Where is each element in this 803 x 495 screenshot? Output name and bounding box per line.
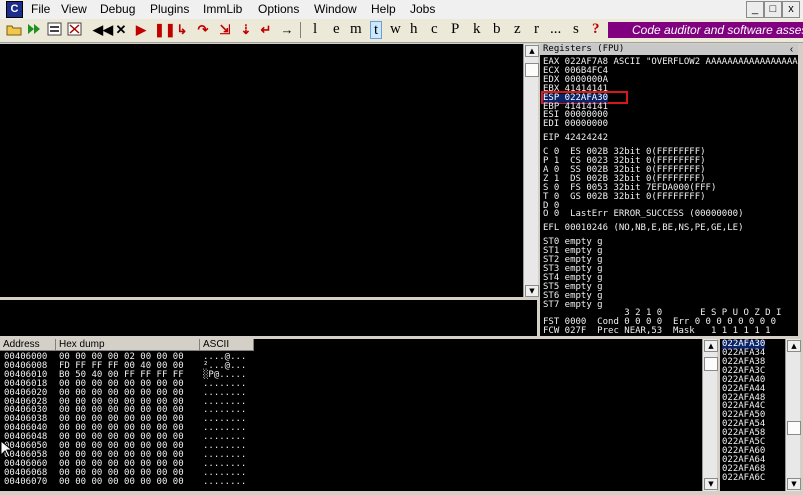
dump-pane[interactable]: Address Hex dump ASCII 00406000 00 00 00 …	[0, 339, 702, 491]
registers-collapse-icon[interactable]: ‹	[785, 44, 798, 55]
stack-scroll-down-icon[interactable]: ▼	[787, 478, 801, 490]
scroll-down-icon[interactable]: ▼	[525, 285, 539, 297]
step-over-icon[interactable]: ↷	[195, 22, 211, 38]
banner: Code auditor and software assessment spe…	[608, 22, 803, 38]
run-icon[interactable]: ▶	[134, 22, 148, 38]
register-line[interactable]: EFL 00010246 (NO,NB,E,BE,NS,PE,GE,LE)	[543, 224, 743, 233]
register-line[interactable]: O 0 LastErr ERROR_SUCCESS (00000000)	[543, 210, 743, 219]
disassembly-pane[interactable]	[0, 44, 523, 297]
dump-scroll-up-icon[interactable]: ▲	[704, 340, 718, 352]
go-to-address-icon[interactable]: →	[279, 22, 295, 38]
stack-address[interactable]: 022AFA6C	[722, 473, 765, 483]
toolbar-executable-modules-button[interactable]: e	[333, 21, 340, 38]
toolbar-windows-button[interactable]: w	[390, 21, 401, 38]
toolbar-call-stack-button[interactable]: k	[473, 21, 481, 38]
restore-button[interactable]: □	[764, 1, 782, 18]
stop-icon[interactable]: ✕	[114, 22, 128, 38]
scroll-thumb[interactable]	[525, 63, 539, 77]
stack-scroll-thumb[interactable]	[787, 421, 801, 435]
toolbar-more-button[interactable]: ...	[550, 21, 561, 38]
minimize-button[interactable]: _	[746, 1, 764, 18]
app-icon[interactable]: C	[6, 1, 23, 18]
toolbar-help-button[interactable]: ?	[592, 21, 600, 38]
trace-over-icon[interactable]: ⇣	[238, 22, 254, 38]
stack-address[interactable]: 022AFA44	[722, 384, 765, 394]
dump-address[interactable]: 00406070	[4, 477, 47, 487]
toolbar-source-button[interactable]: s	[573, 21, 579, 38]
register-line[interactable]: EIP 42424242	[543, 134, 608, 143]
toolbar-run-trace-button[interactable]: r	[534, 21, 539, 38]
toolbar-handles-button[interactable]: h	[410, 21, 418, 38]
dump-address-header[interactable]: Address	[0, 339, 56, 351]
register-line[interactable]: T 0 GS 002B 32bit 0(FFFFFFFF)	[543, 192, 706, 202]
dump-address[interactable]: 00406020	[4, 388, 47, 398]
toolbar-log-button[interactable]: l	[313, 21, 317, 38]
registers-title: Registers (FPU)	[540, 44, 798, 55]
dump-ascii[interactable]: ........	[203, 477, 246, 487]
toolbar-threads-button[interactable]: t	[370, 21, 383, 39]
dump-ascii-header[interactable]: ASCII	[200, 339, 254, 351]
menu-options[interactable]: Options	[258, 2, 299, 16]
toolbar-cpu-button[interactable]: c	[431, 21, 438, 38]
dump-scroll-down-icon[interactable]: ▼	[704, 478, 718, 490]
menu-immlib[interactable]: ImmLib	[203, 2, 242, 16]
disassembly-scrollbar[interactable]: ▲ ▼	[523, 44, 539, 297]
toolbar-references-button[interactable]: z	[514, 21, 521, 38]
mouse-cursor-icon	[0, 439, 14, 458]
stack-pane[interactable]: 022AFA30 022AFA34 022AFA38 022AFA3C 022AFA40…	[720, 339, 785, 491]
dump-ascii[interactable]: ........	[203, 388, 246, 398]
menu-debug[interactable]: Debug	[100, 2, 135, 16]
menu-view[interactable]: View	[61, 2, 87, 16]
open-folder-icon[interactable]	[6, 22, 22, 38]
stack-scroll-up-icon[interactable]: ▲	[787, 340, 801, 352]
dump-hex[interactable]: 00 00 00 00 00 00 00 00	[59, 388, 184, 398]
dump-hex-header[interactable]: Hex dump	[56, 339, 200, 351]
menu-help[interactable]: Help	[371, 2, 396, 16]
close-program-icon[interactable]	[47, 22, 63, 38]
stack-scrollbar[interactable]: ▲ ▼	[785, 339, 801, 491]
toolbar-breakpoints-button[interactable]: b	[493, 21, 501, 38]
registers-pane[interactable]: Registers (FPU) EAX 022AF7A8 ASCII "OVER…	[540, 44, 798, 336]
execute-till-return-icon[interactable]: ↵	[258, 22, 274, 38]
info-pane	[0, 300, 537, 336]
dump-scroll-thumb[interactable]	[704, 357, 718, 371]
menu-bar: C File View Debug Plugins ImmLib Options…	[0, 0, 803, 20]
menu-window[interactable]: Window	[314, 2, 357, 16]
menu-file[interactable]: File	[31, 2, 50, 16]
trace-into-icon[interactable]: ⇲	[217, 22, 233, 38]
pause-icon[interactable]: ❚❚	[154, 22, 176, 38]
menu-jobs[interactable]: Jobs	[410, 2, 435, 16]
rewind-icon[interactable]: ◀◀	[93, 22, 113, 38]
register-line[interactable]: FCW 027F Prec NEAR,53 Mask 1 1 1 1 1 1	[543, 327, 771, 336]
attach-icon[interactable]	[67, 22, 83, 38]
toolbar-divider	[300, 22, 301, 38]
dump-scrollbar[interactable]: ▲ ▼	[702, 339, 718, 491]
restart-icon[interactable]	[26, 22, 42, 38]
menu-plugins[interactable]: Plugins	[150, 2, 189, 16]
toolbar-memory-button[interactable]: m	[350, 21, 362, 38]
step-into-icon[interactable]: ↳	[174, 22, 190, 38]
register-line[interactable]: EDI 00000000	[543, 120, 608, 129]
toolbar-patches-button[interactable]: P	[451, 21, 459, 38]
dump-hex[interactable]: 00 00 00 00 00 00 00 00	[59, 477, 184, 487]
scroll-up-icon[interactable]: ▲	[525, 45, 539, 57]
close-button[interactable]: x	[782, 1, 800, 18]
